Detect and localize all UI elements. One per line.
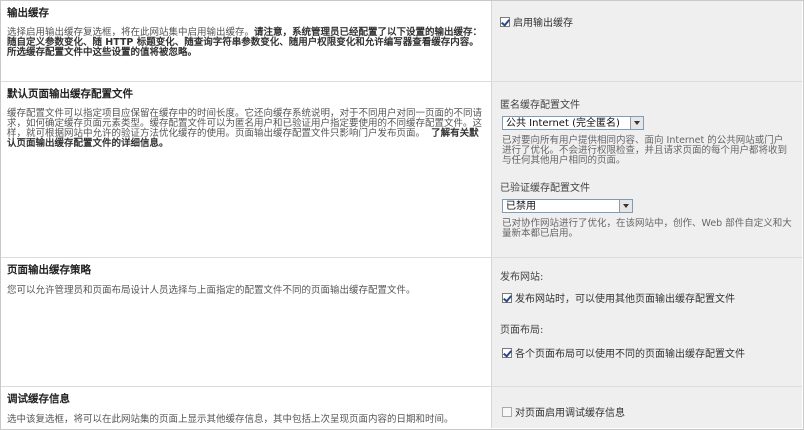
chevron-down-icon bbox=[619, 200, 632, 212]
output-cache-controls-column: 启用输出缓存 bbox=[491, 1, 802, 81]
page-policy-description-column: 页面输出缓存策略 您可以允许管理员和页面布局设计人员选择与上面指定的配置文件不同… bbox=[1, 258, 490, 386]
publishing-site-checkbox[interactable] bbox=[502, 292, 512, 303]
default-profile-description-column: 默认页面输出缓存配置文件 缓存配置文件可以指定项目应保留在缓存中的时间长度。它还… bbox=[1, 82, 490, 257]
default-profile-controls-column: 匿名缓存配置文件 公共 Internet (完全匿名) 已对要向所有用户提供相同… bbox=[491, 82, 802, 257]
publishing-site-row: 发布网站时，可以使用其他页面输出缓存配置文件 bbox=[502, 290, 735, 305]
output-cache-title: 输出缓存 bbox=[7, 7, 49, 19]
chevron-down-icon bbox=[630, 117, 643, 129]
publishing-site-heading: 发布网站: bbox=[500, 272, 544, 283]
debug-cache-label: 对页面启用调试缓存信息 bbox=[515, 408, 625, 419]
authenticated-profile-select[interactable]: 已禁用 bbox=[502, 199, 633, 213]
section-default-profile: 默认页面输出缓存配置文件 缓存配置文件可以指定项目应保留在缓存中的时间长度。它还… bbox=[1, 82, 802, 258]
debug-cache-title: 调试缓存信息 bbox=[7, 393, 70, 405]
anonymous-profile-select[interactable]: 公共 Internet (完全匿名) bbox=[502, 116, 644, 130]
page-policy-title: 页面输出缓存策略 bbox=[7, 264, 91, 276]
page-layout-checkbox[interactable] bbox=[502, 347, 512, 358]
enable-output-cache-row: 启用输出缓存 bbox=[500, 14, 794, 29]
enable-output-cache-checkbox[interactable] bbox=[500, 16, 510, 27]
debug-cache-description: 选中该复选框，将可以在此网站集的页面上显示其他缓存信息，其中包括上次呈现页面内容… bbox=[7, 414, 454, 425]
debug-cache-controls-column: 对页面启用调试缓存信息 bbox=[491, 387, 802, 428]
authenticated-profile-selected-value: 已禁用 bbox=[506, 201, 536, 212]
page-layout-label: 各个页面布局可以使用不同的页面输出缓存配置文件 bbox=[515, 349, 745, 360]
anonymous-profile-selected-value: 公共 Internet (完全匿名) bbox=[506, 118, 620, 129]
default-profile-desc-plain: 缓存配置文件可以指定项目应保留在缓存中的时间长度。它还向缓存系统说明，对于不同用… bbox=[7, 108, 483, 139]
debug-cache-checkbox[interactable] bbox=[502, 406, 512, 417]
authenticated-profile-label: 已验证缓存配置文件 bbox=[500, 183, 590, 194]
output-cache-description-column: 输出缓存 选择启用输出缓存复选框，将在此网站集中启用输出缓存。请注意，系统管理员… bbox=[1, 1, 490, 81]
debug-cache-description-column: 调试缓存信息 选中该复选框，将可以在此网站集的页面上显示其他缓存信息，其中包括上… bbox=[1, 387, 490, 428]
default-profile-description: 缓存配置文件可以指定项目应保留在缓存中的时间长度。它还向缓存系统说明，对于不同用… bbox=[7, 109, 484, 149]
enable-output-cache-label: 启用输出缓存 bbox=[513, 18, 573, 29]
default-profile-title: 默认页面输出缓存配置文件 bbox=[7, 88, 133, 100]
page-policy-description: 您可以允许管理员和页面布局设计人员选择与上面指定的配置文件不同的页面输出缓存配置… bbox=[7, 285, 416, 296]
page-policy-controls-column: 发布网站: 发布网站时，可以使用其他页面输出缓存配置文件 页面布局: 各个页面布… bbox=[491, 258, 802, 386]
section-page-policy: 页面输出缓存策略 您可以允许管理员和页面布局设计人员选择与上面指定的配置文件不同… bbox=[1, 258, 802, 387]
anonymous-profile-hint: 已对要向所有用户提供相同内容、面向 Internet 的公共网站或门户进行了优化… bbox=[502, 135, 788, 166]
section-output-cache: 输出缓存 选择启用输出缓存复选框，将在此网站集中启用输出缓存。请注意，系统管理员… bbox=[1, 1, 802, 82]
output-cache-description: 选择启用输出缓存复选框，将在此网站集中启用输出缓存。请注意，系统管理员已经配置了… bbox=[7, 28, 484, 58]
anonymous-profile-label: 匿名缓存配置文件 bbox=[500, 100, 580, 111]
page-layout-row: 各个页面布局可以使用不同的页面输出缓存配置文件 bbox=[502, 345, 745, 360]
debug-cache-row: 对页面启用调试缓存信息 bbox=[502, 404, 625, 419]
authenticated-profile-hint: 已对协作网站进行了优化，在该网站中，创作、Web 部件自定义和大量新本都已启用。 bbox=[502, 218, 792, 239]
section-debug-cache: 调试缓存信息 选中该复选框，将可以在此网站集的页面上显示其他缓存信息，其中包括上… bbox=[1, 387, 802, 428]
page-layout-heading: 页面布局: bbox=[500, 325, 544, 336]
publishing-site-label: 发布网站时，可以使用其他页面输出缓存配置文件 bbox=[515, 294, 735, 305]
